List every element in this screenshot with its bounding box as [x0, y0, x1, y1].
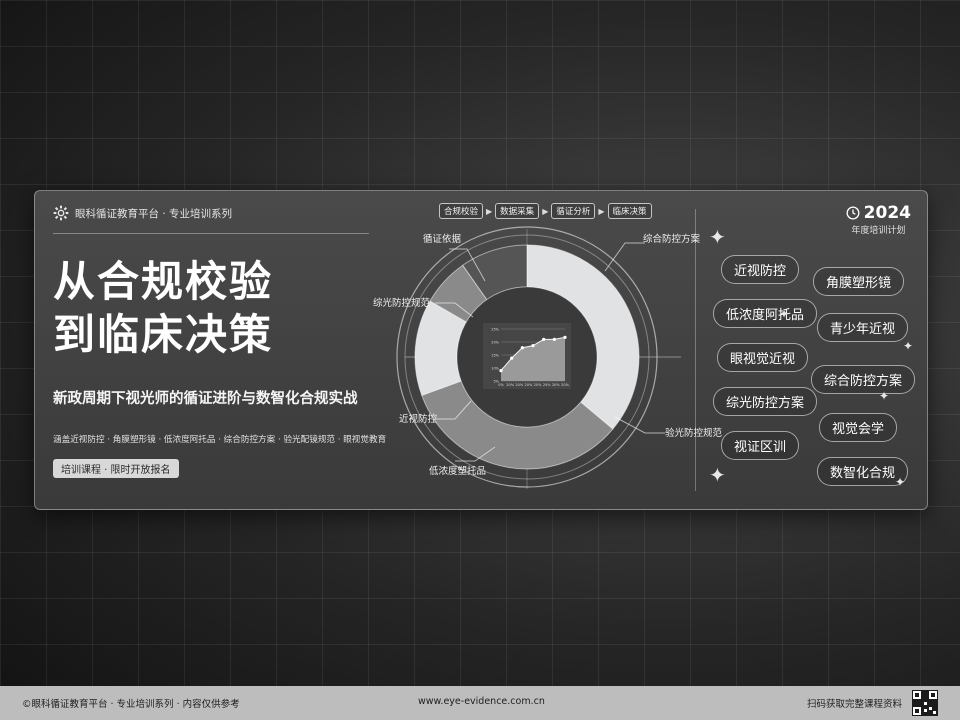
- ring-chart-svg: 25%20%15%10%5%0% 20% 20% 20% 20% 25% 20% 20%: [396, 226, 681, 489]
- y-tick-label: 25%: [491, 328, 499, 332]
- page-title: 从合规校验 到临床决策: [53, 255, 273, 361]
- brand-text: 眼科循证教育平台 · 专业培训系列: [75, 207, 233, 220]
- qr-code[interactable]: [912, 690, 938, 716]
- ring-label-evidence: 循证依据: [423, 234, 462, 245]
- data-point: [531, 344, 535, 348]
- banner-card: 眼科循证教育平台 · 专业培训系列 从合规校验 到临床决策 新政周期下视光师的循…: [34, 190, 928, 510]
- data-point: [499, 369, 503, 373]
- year-subtitle: 年度培训计划: [851, 226, 906, 236]
- topic-pill[interactable]: 角膜塑形镜: [813, 267, 905, 296]
- x-tick-label: 25%: [543, 383, 551, 387]
- flow-step-2: 数据采集: [495, 203, 540, 219]
- arrow-right-icon: ▶: [486, 206, 493, 216]
- x-tick-label: 20%: [515, 383, 523, 387]
- footer-copyright: ©眼科循证教育平台 · 专业培训系列 · 内容仅供参考: [22, 699, 240, 710]
- ring-label-refraction: 验光防控规范: [665, 428, 723, 439]
- brand: 眼科循证教育平台 · 专业培训系列: [53, 205, 232, 221]
- y-tick-label: 15%: [491, 354, 499, 358]
- arrow-right-icon: ▶: [542, 206, 549, 216]
- flow-step-4: 临床决策: [607, 203, 652, 219]
- x-tick-label: 20%: [534, 383, 542, 387]
- panel-divider: [695, 209, 696, 491]
- x-tick-label: 20%: [525, 383, 533, 387]
- x-tick-label: 0%: [498, 383, 504, 387]
- topic-pill[interactable]: 视觉会学: [819, 413, 898, 442]
- data-point: [510, 356, 514, 360]
- clock-icon: [846, 206, 860, 220]
- gear-icon: [53, 205, 69, 221]
- ring-label-atropine: 低浓度塑托品: [429, 466, 487, 477]
- sparkle-icon: ✦: [709, 225, 726, 249]
- y-tick-label: 20%: [491, 341, 499, 345]
- ring-label-standard: 综光防控规范: [373, 298, 431, 309]
- topic-pill[interactable]: 青少年近视: [817, 313, 909, 342]
- data-point: [542, 337, 546, 341]
- sparkle-icon: ✦: [879, 389, 890, 403]
- topic-pill[interactable]: 综合防控方案: [811, 365, 916, 394]
- ring-label-plan: 综合防控方案: [643, 234, 701, 245]
- topic-pill[interactable]: 眼视觉近视: [717, 343, 809, 372]
- data-point: [563, 335, 567, 339]
- flow-step-3: 循证分析: [551, 203, 596, 219]
- sparkle-icon: ✦: [903, 339, 914, 353]
- title-line-2: 到临床决策: [53, 310, 274, 359]
- footer: ©眼科循证教育平台 · 专业培训系列 · 内容仅供参考 www.eye-evid…: [0, 686, 960, 720]
- footer-url[interactable]: www.eye-evidence.com.cn: [418, 696, 545, 707]
- enroll-tag[interactable]: 培训课程 · 限时开放报名: [53, 459, 179, 478]
- qr-code-icon: [913, 691, 937, 715]
- topic-pill[interactable]: 综光防控方案: [713, 387, 818, 416]
- flow-step-1: 合规校验: [439, 203, 484, 219]
- topic-pill[interactable]: 视证区训: [721, 431, 800, 460]
- footer-qr-hint: 扫码获取完整课程资料: [806, 699, 902, 710]
- sparkle-icon: ✦: [709, 463, 726, 487]
- arrow-right-icon: ▶: [598, 206, 605, 216]
- y-tick-label: 10%: [491, 367, 499, 371]
- leader-line: [614, 416, 665, 434]
- process-flow: 合规校验 ▶ 数据采集 ▶ 循证分析 ▶ 临床决策: [439, 203, 652, 219]
- data-point: [520, 346, 524, 350]
- ring-label-myopia: 近视防控: [399, 414, 438, 425]
- topic-pill[interactable]: 近视防控: [721, 255, 800, 284]
- x-tick-label: 20%: [552, 383, 560, 387]
- sparkle-icon: ✦: [895, 475, 906, 489]
- data-point: [552, 337, 556, 341]
- year-badge: 2024 年度培训计划: [846, 203, 911, 236]
- x-tick-label: 20%: [561, 383, 569, 387]
- topic-pill[interactable]: 低浓度阿托品: [713, 299, 818, 328]
- ring-chart: 25% 20% 15% 10% 5% 0% 20% 20% 20% 20% 25% 20% 20% 循证…: [373, 221, 722, 501]
- title-line-1: 从合规校验: [53, 257, 274, 306]
- subtitle: 新政周期下视光师的循证进阶与数智化合规实战: [53, 391, 358, 407]
- year-number: 2024: [863, 203, 911, 223]
- course-scope: 涵盖近视防控 · 角膜塑形镜 · 低浓度阿托品 · 综合防控方案 · 验光配镜规…: [53, 435, 387, 445]
- sparkle-icon: ✦: [779, 307, 790, 321]
- brand-divider: [53, 233, 369, 234]
- x-tick-label: 20%: [506, 383, 514, 387]
